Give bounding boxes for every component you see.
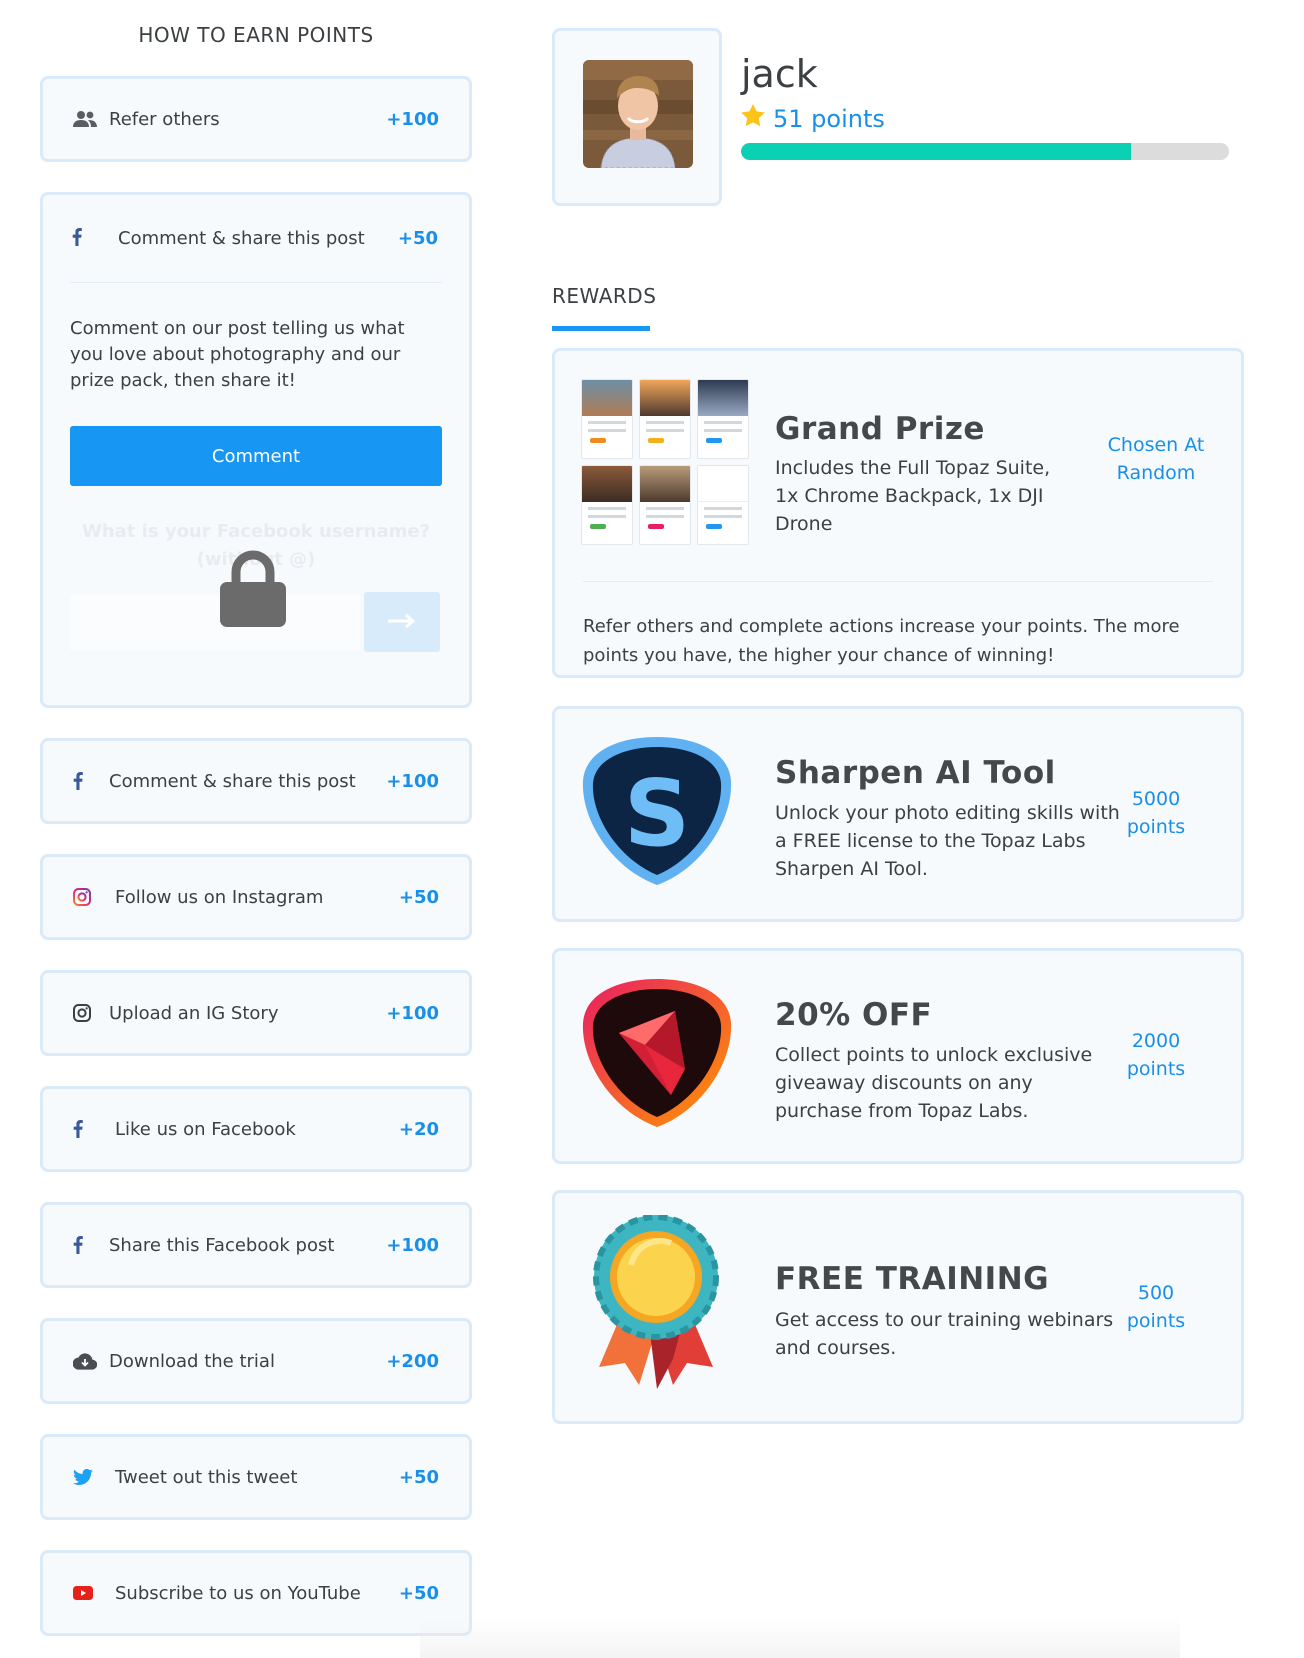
reward-cost-line1: 2000 bbox=[1131, 1030, 1181, 1052]
reward-cost: 5000 points bbox=[1101, 785, 1211, 841]
instagram-icon bbox=[73, 1004, 109, 1022]
reward-description: Collect points to unlock exclusive givea… bbox=[775, 1044, 1093, 1122]
reward-cost: 2000 points bbox=[1101, 1027, 1211, 1083]
action-points: +100 bbox=[386, 770, 439, 792]
reward-cost: 500 points bbox=[1101, 1279, 1211, 1335]
action-tweet[interactable]: Tweet out this tweet +50 bbox=[40, 1434, 472, 1520]
user-points-text: 51 points bbox=[773, 104, 885, 133]
action-points: +100 bbox=[386, 1002, 439, 1024]
action-download-trial[interactable]: Download the trial +200 bbox=[40, 1318, 472, 1404]
instagram-icon bbox=[73, 888, 115, 906]
action-label: Follow us on Instagram bbox=[115, 886, 324, 908]
reward-title: 20% OFF bbox=[775, 997, 933, 1033]
action-points: +50 bbox=[397, 228, 438, 249]
reward-cost: Chosen At Random bbox=[1101, 431, 1211, 487]
action-share-facebook-post[interactable]: Share this Facebook post +100 bbox=[40, 1202, 472, 1288]
star-icon bbox=[741, 104, 765, 133]
action-points: +50 bbox=[398, 1582, 439, 1604]
action-label: Comment & share this post bbox=[109, 770, 356, 792]
action-points: +20 bbox=[398, 1118, 439, 1140]
reward-cost-line1: 5000 bbox=[1131, 788, 1181, 810]
avatar bbox=[583, 60, 693, 168]
submit-arrow-button bbox=[364, 592, 440, 652]
reward-description: Get access to our training webinars and … bbox=[775, 1309, 1114, 1359]
grand-prize-footer: Refer others and complete actions increa… bbox=[583, 581, 1213, 670]
reward-cost-line2: points bbox=[1126, 816, 1186, 838]
sharpen-ai-logo: S bbox=[579, 733, 735, 893]
facebook-icon bbox=[73, 1120, 115, 1138]
action-comment-share-expanded: Comment & share this post +50 Comment on… bbox=[40, 192, 472, 708]
topaz-logo bbox=[579, 975, 735, 1135]
reward-title: Sharpen AI Tool bbox=[775, 755, 1056, 791]
action-description: Comment on our post telling us what you … bbox=[70, 318, 405, 391]
points-progress-bar bbox=[741, 143, 1229, 160]
bottom-shadow bbox=[420, 1618, 1180, 1658]
action-label: Share this Facebook post bbox=[109, 1234, 335, 1256]
username-input bbox=[70, 594, 360, 650]
facebook-icon bbox=[73, 1236, 109, 1254]
reward-cost-line2: Random bbox=[1116, 462, 1196, 484]
reward-cost-line2: points bbox=[1126, 1310, 1186, 1332]
reward-free-training[interactable]: FREE TRAINING Get access to our training… bbox=[552, 1190, 1244, 1424]
youtube-icon bbox=[73, 1586, 115, 1600]
action-comment-share[interactable]: Comment & share this post +100 bbox=[40, 738, 472, 824]
grand-prize-image bbox=[581, 379, 749, 545]
earn-points-title: HOW TO EARN POINTS bbox=[138, 23, 374, 47]
award-ribbon-icon bbox=[591, 1214, 721, 1397]
cloud-download-icon bbox=[73, 1352, 109, 1370]
comment-button[interactable]: Comment bbox=[70, 426, 442, 486]
twitter-icon bbox=[73, 1469, 115, 1485]
action-points: +100 bbox=[386, 108, 439, 130]
svg-text:S: S bbox=[624, 760, 690, 867]
action-refer-others[interactable]: Refer others +100 bbox=[40, 76, 472, 162]
action-points: +200 bbox=[386, 1350, 439, 1372]
action-points: +50 bbox=[398, 1466, 439, 1488]
arrow-right-icon bbox=[388, 613, 416, 632]
points-progress-fill bbox=[741, 143, 1132, 160]
action-points: +50 bbox=[398, 886, 439, 908]
reward-grand-prize[interactable]: Grand Prize Includes the Full Topaz Suit… bbox=[552, 348, 1244, 678]
facebook-icon bbox=[72, 227, 118, 250]
reward-title: FREE TRAINING bbox=[775, 1261, 1050, 1297]
reward-cost-line1: 500 bbox=[1137, 1282, 1175, 1304]
reward-sharpen-ai[interactable]: S Sharpen AI Tool Unlock your photo edit… bbox=[552, 706, 1244, 922]
action-label: Subscribe to us on YouTube bbox=[115, 1582, 361, 1604]
action-header[interactable]: Comment & share this post +50 bbox=[70, 195, 442, 283]
action-label: Comment & share this post bbox=[118, 228, 365, 249]
action-label: Like us on Facebook bbox=[115, 1118, 296, 1140]
reward-cost-line1: Chosen At bbox=[1107, 434, 1205, 456]
reward-title: Grand Prize bbox=[775, 411, 985, 447]
earn-points-panel: HOW TO EARN POINTS Refer others +100 Com… bbox=[40, 0, 472, 1658]
reward-description: Includes the Full Topaz Suite, 1x Chrome… bbox=[775, 457, 1051, 535]
action-subscribe-youtube[interactable]: Subscribe to us on YouTube +50 bbox=[40, 1550, 472, 1636]
reward-description: Unlock your photo editing skills with a … bbox=[775, 802, 1120, 880]
facebook-icon bbox=[73, 772, 109, 790]
action-follow-instagram[interactable]: Follow us on Instagram +50 bbox=[40, 854, 472, 940]
user-name: jack bbox=[741, 52, 818, 96]
action-label: Upload an IG Story bbox=[109, 1002, 279, 1024]
lock-icon bbox=[218, 550, 288, 632]
locked-username-form: What is your Facebook username? (without… bbox=[70, 498, 442, 670]
action-upload-ig-story[interactable]: Upload an IG Story +100 bbox=[40, 970, 472, 1056]
users-icon bbox=[73, 110, 109, 128]
profile-card bbox=[552, 28, 722, 206]
user-points: 51 points bbox=[741, 104, 885, 133]
reward-cost-line2: points bbox=[1126, 1058, 1186, 1080]
tab-rewards-underline bbox=[552, 326, 650, 331]
tab-rewards[interactable]: REWARDS bbox=[552, 284, 656, 308]
action-label: Download the trial bbox=[109, 1350, 275, 1372]
action-label: Tweet out this tweet bbox=[115, 1466, 298, 1488]
action-points: +100 bbox=[386, 1234, 439, 1256]
action-label: Refer others bbox=[109, 108, 220, 130]
reward-discount[interactable]: 20% OFF Collect points to unlock exclusi… bbox=[552, 948, 1244, 1164]
action-like-facebook[interactable]: Like us on Facebook +20 bbox=[40, 1086, 472, 1172]
